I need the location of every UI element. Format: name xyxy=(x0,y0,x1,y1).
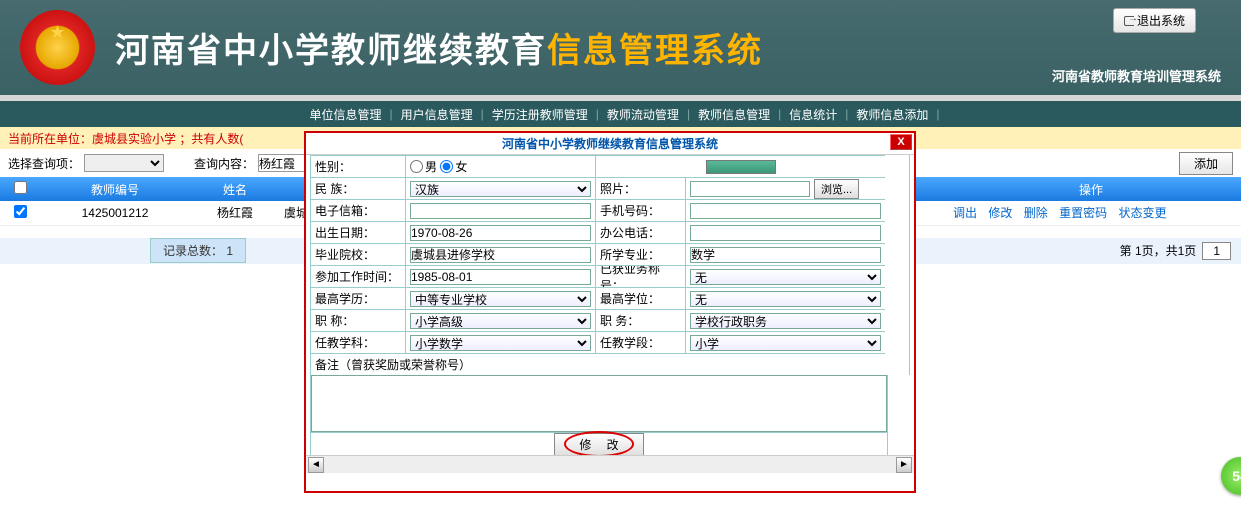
main-nav: 单位信息管理| 用户信息管理| 学历注册教师管理| 教师流动管理| 教师信息管理… xyxy=(0,101,1241,127)
float-badge[interactable]: 54 xyxy=(1221,457,1241,495)
nation-select[interactable]: 汉族 xyxy=(410,181,591,197)
edit-modal: 河南省中小学教师继续教育信息管理系统 X 性别： 男 女 民 族： 汉族 照片：… xyxy=(304,131,916,493)
filter-select[interactable] xyxy=(84,154,164,172)
subject-label: 任教学科： xyxy=(310,331,405,353)
rank-label: 职 称： xyxy=(310,309,405,331)
cell-name: 杨红霞 xyxy=(190,201,280,225)
modal-title: 河南省中小学教师继续教育信息管理系统 X xyxy=(306,133,914,155)
office-label: 办公电话： xyxy=(595,221,685,243)
mobile-input[interactable] xyxy=(690,203,881,219)
grad-school-input[interactable] xyxy=(410,247,591,263)
browse-button[interactable]: 浏览... xyxy=(814,179,859,199)
remark-area xyxy=(310,375,888,433)
stage-label: 任教学段： xyxy=(595,331,685,353)
op-export[interactable]: 调出 xyxy=(953,206,977,220)
add-button[interactable]: 添加 xyxy=(1179,152,1233,175)
edu-label: 最高学历： xyxy=(310,287,405,309)
nav-edu-register[interactable]: 学历注册教师管理 xyxy=(484,106,596,123)
logout-button[interactable]: 退出系统 xyxy=(1113,8,1196,33)
degree-select[interactable]: 无 xyxy=(690,291,881,307)
mobile-label: 手机号码： xyxy=(595,199,685,221)
record-count: 记录总数： 1 xyxy=(150,238,246,263)
cell-id: 1425001212 xyxy=(40,201,190,225)
duty-select[interactable]: 学校行政职务 xyxy=(690,313,881,329)
col-name: 姓名 xyxy=(190,177,280,201)
app-header: 河南省中小学教师继续教育信息管理系统 河南省教师教育培训管理系统 退出系统 xyxy=(0,0,1241,95)
photo-preview xyxy=(595,155,885,177)
op-edit[interactable]: 修改 xyxy=(988,206,1012,220)
filter-content-label: 查询内容： xyxy=(194,155,254,172)
form-grid: 性别： 男 女 民 族： 汉族 照片： 浏览... 电子信箱： 手机号码： 出生… xyxy=(310,155,910,375)
gender-female-radio[interactable] xyxy=(440,160,453,173)
gender-male-radio[interactable] xyxy=(410,160,423,173)
modify-row: 修 改 xyxy=(310,433,888,455)
rank-select[interactable]: 小学高级 xyxy=(410,313,591,329)
nav-teacher-info[interactable]: 教师信息管理 xyxy=(690,106,778,123)
app-subtitle: 河南省教师教育培训管理系统 xyxy=(1052,66,1221,85)
office-input[interactable] xyxy=(690,225,881,241)
major-input[interactable] xyxy=(690,247,881,263)
grad-school-label: 毕业院校： xyxy=(310,243,405,265)
edu-select[interactable]: 中等专业学校 xyxy=(410,291,591,307)
op-reset-pwd[interactable]: 重置密码 xyxy=(1059,206,1107,220)
remark-textarea[interactable] xyxy=(311,375,887,432)
stage-select[interactable]: 小学 xyxy=(690,335,881,351)
cell-ops: 调出 修改 删除 重置密码 状态变更 xyxy=(941,201,1241,225)
select-all-checkbox[interactable] xyxy=(14,181,27,194)
photo-label: 照片： xyxy=(595,177,685,199)
modify-button[interactable]: 修 改 xyxy=(554,433,643,455)
page-number[interactable]: 1 xyxy=(1202,242,1231,260)
email-input[interactable] xyxy=(410,203,591,219)
duty-label: 职 务： xyxy=(595,309,685,331)
title-got-label: 已获业务称号： xyxy=(595,265,685,287)
remark-label: 备注（曾获奖励或荣誉称号） xyxy=(310,353,885,375)
birth-label: 出生日期： xyxy=(310,221,405,243)
title-got-select[interactable]: 无 xyxy=(690,269,881,285)
modal-body: 性别： 男 女 民 族： 汉族 照片： 浏览... 电子信箱： 手机号码： 出生… xyxy=(306,155,914,455)
national-emblem-icon xyxy=(20,10,95,85)
app-title: 河南省中小学教师继续教育信息管理系统 xyxy=(115,23,763,72)
close-icon[interactable]: X xyxy=(890,134,912,150)
birth-input[interactable] xyxy=(410,225,591,241)
degree-label: 最高学位： xyxy=(595,287,685,309)
filter-select-label: 选择查询项： xyxy=(8,155,80,172)
gender-radios: 男 女 xyxy=(405,155,595,177)
nation-label: 民 族： xyxy=(310,177,405,199)
op-status[interactable]: 状态变更 xyxy=(1118,206,1166,220)
op-delete[interactable]: 删除 xyxy=(1024,206,1048,220)
gender-label: 性别： xyxy=(310,155,405,177)
major-label: 所学专业： xyxy=(595,243,685,265)
row-checkbox[interactable] xyxy=(14,205,27,218)
nav-stats[interactable]: 信息统计 xyxy=(781,106,845,123)
col-id: 教师编号 xyxy=(40,177,190,201)
nav-user-info[interactable]: 用户信息管理 xyxy=(393,106,481,123)
scroll-left-icon[interactable]: ◄ xyxy=(308,457,324,473)
modal-scrollbar[interactable]: ◄ ► xyxy=(306,455,914,473)
col-ops: 操作 xyxy=(941,177,1241,201)
page-info: 第 1页，共1页 xyxy=(1120,242,1197,259)
work-date-input[interactable] xyxy=(410,269,591,285)
photo-path-input[interactable] xyxy=(690,181,810,197)
nav-teacher-add[interactable]: 教师信息添加 xyxy=(848,106,936,123)
logout-icon xyxy=(1124,16,1134,26)
nav-teacher-flow[interactable]: 教师流动管理 xyxy=(599,106,687,123)
subject-select[interactable]: 小学数学 xyxy=(410,335,591,351)
nav-unit-info[interactable]: 单位信息管理 xyxy=(302,106,390,123)
email-label: 电子信箱： xyxy=(310,199,405,221)
work-date-label: 参加工作时间： xyxy=(310,265,405,287)
scroll-right-icon[interactable]: ► xyxy=(896,457,912,473)
